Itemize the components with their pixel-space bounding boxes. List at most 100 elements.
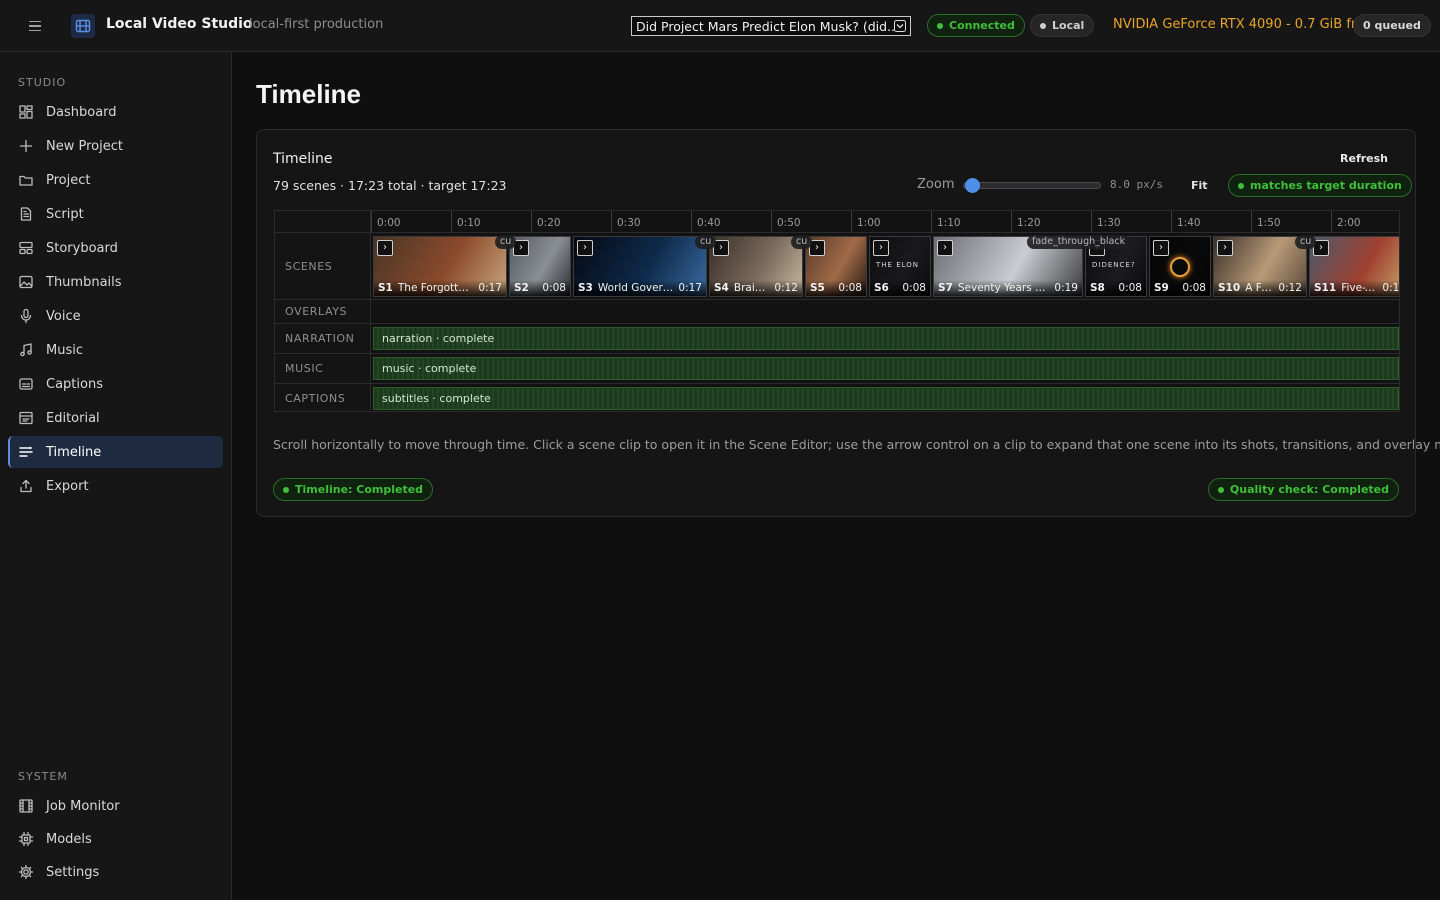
sidebar-item-settings[interactable]: Settings xyxy=(8,856,223,888)
ruler-tick: 0:40 xyxy=(691,211,721,233)
scene-id: S8 xyxy=(1090,282,1105,294)
scene-name: World Govern... xyxy=(597,282,675,294)
timeline-status-label: Timeline: Completed xyxy=(295,483,424,496)
sidebar-item-label: Timeline xyxy=(46,444,102,460)
scene-caption: S5 0:08 xyxy=(806,280,866,296)
scene-clip[interactable]: › S3 World Govern... 0:17 xyxy=(573,236,707,297)
sidebar-item-label: Script xyxy=(46,206,84,222)
lane-label-music: MUSIC xyxy=(275,354,371,384)
lane-label-overlays: OVERLAYS xyxy=(275,300,371,324)
sidebar-item-script[interactable]: Script xyxy=(8,198,223,230)
sidebar-item-dashboard[interactable]: Dashboard xyxy=(8,96,223,128)
document-icon xyxy=(20,207,32,221)
sidebar-item-captions[interactable]: Captions xyxy=(8,368,223,400)
expand-scene-icon[interactable]: › xyxy=(1217,240,1233,256)
sidebar-item-job-monitor[interactable]: Job Monitor xyxy=(8,790,223,822)
scene-duration: 0:17 xyxy=(478,282,502,294)
sidebar-item-label: Dashboard xyxy=(46,104,117,120)
scene-id: S2 xyxy=(514,282,529,294)
fit-button[interactable]: Fit xyxy=(1191,179,1208,192)
sidebar-item-storyboard[interactable]: Storyboard xyxy=(8,232,223,264)
scene-caption: S2 0:08 xyxy=(510,280,570,296)
scene-clip[interactable]: ›S4Brain ...0:12 xyxy=(709,236,803,297)
page-title: Timeline xyxy=(256,79,362,109)
scene-duration: 0:08 xyxy=(902,282,926,294)
timeline-stats: 79 scenes · 17:23 total · target 17:23 xyxy=(273,178,507,193)
app-subtitle: local-first production xyxy=(249,17,384,32)
card-title: Timeline xyxy=(273,151,333,167)
scene-clip[interactable]: › S1 The Forgotten ...0:17 xyxy=(373,236,507,297)
scene-caption: S6 0:08 xyxy=(870,280,930,296)
narration-clip[interactable]: narration · complete xyxy=(373,327,1399,350)
ruler-tick: 2:00 xyxy=(1331,211,1361,233)
lane-label-captions: CAPTIONS xyxy=(275,384,371,411)
scene-caption: S4 Brain ...0:12 xyxy=(710,280,802,296)
zoom-slider-handle[interactable] xyxy=(964,178,980,193)
sidebar-item-editorial[interactable]: Editorial xyxy=(8,402,223,434)
queue-badge[interactable]: 0 queued xyxy=(1353,14,1431,37)
scene-clip[interactable]: › S2 0:08 xyxy=(509,236,571,297)
sidebar-item-label: Project xyxy=(46,172,91,188)
scene-clip[interactable]: THE ELON › S6 0:08 xyxy=(869,236,931,297)
expand-scene-icon[interactable]: › xyxy=(577,240,593,256)
lane-label-scenes: SCENES xyxy=(275,233,371,300)
scene-clip[interactable]: ›S11Five-Ye...0:13 xyxy=(1309,236,1399,297)
music-clip[interactable]: music · complete xyxy=(373,357,1399,380)
scene-clip[interactable]: › S9 0:08 xyxy=(1149,236,1211,297)
transition-marker[interactable]: fade_through_black xyxy=(1027,235,1131,249)
timeline-grid[interactable]: 0:00 0:10 0:20 0:30 0:40 0:50 1:00 1:10 1:20 1:30… xyxy=(274,210,1400,412)
ruler-tick: 1:10 xyxy=(931,211,961,233)
quality-status-label: Quality check: Completed xyxy=(1229,483,1389,496)
scene-name: Five-Ye... xyxy=(1341,282,1378,294)
expand-scene-icon[interactable]: › xyxy=(377,240,393,256)
expand-scene-icon[interactable]: › xyxy=(873,240,889,256)
connection-status-label: Connected xyxy=(949,19,1015,32)
sidebar-item-music[interactable]: Music xyxy=(8,334,223,366)
sidebar-item-models[interactable]: Models xyxy=(8,823,223,855)
captions-clip[interactable]: subtitles · complete xyxy=(373,387,1399,410)
ruler-tick: 1:00 xyxy=(851,211,881,233)
top-bar: Local Video Studio local-first productio… xyxy=(0,0,1440,52)
scene-duration: 0:12 xyxy=(774,282,798,294)
transition-marker[interactable]: cu xyxy=(1295,235,1317,249)
time-ruler[interactable]: 0:00 0:10 0:20 0:30 0:40 0:50 1:00 1:10 1:20 1:30… xyxy=(371,211,1399,233)
transition-marker[interactable]: cu xyxy=(495,235,517,249)
scene-clip[interactable]: › S5 0:08 xyxy=(805,236,867,297)
transition-marker[interactable]: cu xyxy=(1399,235,1400,249)
transition-marker[interactable]: cu xyxy=(791,235,813,249)
menu-icon[interactable] xyxy=(24,16,46,36)
scene-id: S10 xyxy=(1218,282,1241,294)
sidebar-item-thumbnails[interactable]: Thumbnails xyxy=(8,266,223,298)
timeline-card: Timeline 79 scenes · 17:23 total · targe… xyxy=(256,129,1440,517)
project-select[interactable]: Did Project Mars Predict Elon Musk? (did… xyxy=(631,16,911,36)
expand-scene-icon[interactable]: › xyxy=(937,240,953,256)
project-select-value: Did Project Mars Predict Elon Musk? (did… xyxy=(636,18,894,34)
chevron-down-icon xyxy=(894,20,906,32)
sidebar-item-project[interactable]: Project xyxy=(8,164,223,196)
refresh-button[interactable]: Refresh xyxy=(1340,152,1388,165)
editorial-icon xyxy=(19,411,33,425)
image-icon xyxy=(19,275,33,289)
zoom-slider[interactable] xyxy=(963,182,1101,189)
scene-id: S1 xyxy=(378,282,393,294)
scene-id: S7 xyxy=(938,282,953,294)
sidebar-item-label: Captions xyxy=(46,376,103,392)
sidebar-item-export[interactable]: Export xyxy=(8,470,223,502)
scene-clip[interactable]: › S10 A Fut... 0:12 xyxy=(1213,236,1307,297)
scene-caption: S9 0:08 xyxy=(1150,280,1210,296)
scene-caption: S10 A Fut... 0:12 xyxy=(1214,280,1306,296)
gear-icon xyxy=(18,864,34,880)
status-dot-icon xyxy=(1217,486,1224,493)
microphone-icon xyxy=(20,308,32,324)
expand-scene-icon[interactable]: › xyxy=(1153,240,1169,256)
sidebar-item-label: Music xyxy=(46,342,83,358)
duration-match-label: matches target duration xyxy=(1250,179,1402,192)
narration-lane: narration · complete xyxy=(371,324,1399,354)
transition-marker[interactable]: cu xyxy=(695,235,717,249)
sidebar-item-voice[interactable]: Voice xyxy=(8,300,223,332)
sidebar-item-new-project[interactable]: New Project xyxy=(8,130,223,162)
duration-match-badge: matches target duration xyxy=(1228,174,1412,197)
sidebar-section-studio: STUDIO xyxy=(18,76,67,89)
sidebar-item-timeline[interactable]: Timeline xyxy=(8,436,223,468)
status-dot-icon xyxy=(283,486,289,493)
